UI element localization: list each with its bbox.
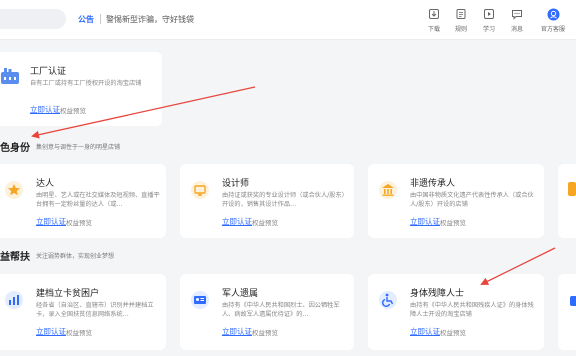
partial-blue-icon: [570, 296, 576, 306]
wheelchair-icon: [378, 290, 398, 310]
factory-cert-desc: 自有工厂或持有工厂授权开设的淘宝店铺: [30, 80, 142, 87]
military-family-title: 军人遗属: [222, 289, 259, 299]
learn-icon: [482, 7, 496, 21]
nav-rules[interactable]: 规则: [450, 7, 472, 33]
heritage-desc: 由中国非物质文化遗产代表性传承人（或合伙人/股东）开设的店铺: [410, 192, 534, 208]
factory-cert-title: 工厂认证: [30, 67, 67, 77]
support-section-subtitle: 关注弱势群体，实现创业梦想: [36, 253, 115, 260]
military-family-rights-link[interactable]: 权益预览: [252, 327, 278, 337]
influencer-apply-link[interactable]: 立即认证: [36, 216, 66, 227]
military-family-card[interactable]: 军人遗属 由持有《中华人民共和国烈士、因公牺牲军人、病故军人遗属优待证》的… 立…: [180, 274, 354, 350]
nav-message[interactable]: 消息: [506, 7, 528, 33]
factory-cert-card[interactable]: 工厂认证 自有工厂或持有工厂授权开设的淘宝店铺 立即认证 权益预览: [0, 52, 162, 126]
customer-service-icon: [546, 7, 560, 21]
influencer-title: 达人: [36, 179, 55, 189]
factory-cert-rights-link[interactable]: 权益预览: [60, 105, 86, 115]
notice-text[interactable]: 警惕新型诈骗，守好钱袋: [106, 14, 194, 25]
designer-card[interactable]: 设计师 由持证或获奖的专业设计师（或合伙人/股东）开设的，销售其设计作品… 立即…: [180, 164, 354, 238]
factory-icon: [0, 66, 20, 86]
poverty-household-card[interactable]: 建档立卡贫困户 经各省（自治区、直辖市）识别并并建档立卡，录入全国扶贫信息网络系…: [0, 274, 166, 350]
partial-card-right-2[interactable]: [558, 274, 576, 350]
nav-message-label: 消息: [510, 26, 523, 33]
designer-rights-link[interactable]: 权益预览: [252, 217, 278, 227]
factory-cert-apply-link[interactable]: 立即认证: [30, 104, 60, 115]
poverty-household-title: 建档立卡贫困户: [36, 289, 100, 299]
influencer-desc: 由明星、艺人或在社交媒体及短视频、直播平台拥有一定粉丝量的达人（或…: [36, 192, 160, 208]
search-box[interactable]: [0, 9, 66, 29]
nav-learn[interactable]: 学习: [478, 7, 500, 33]
rules-icon: [454, 7, 468, 21]
nav-download-label: 下载: [427, 26, 440, 33]
identity-section-subtitle: 集创意与调性于一身的明星店铺: [36, 144, 121, 151]
heritage-rights-link[interactable]: 权益预览: [440, 217, 466, 227]
partial-card-right[interactable]: [558, 164, 576, 238]
notice-tag: 公告: [78, 15, 94, 24]
designer-title: 设计师: [222, 179, 250, 189]
disabled-person-apply-link[interactable]: 立即认证: [410, 326, 440, 337]
support-section-title: 益帮扶: [0, 252, 30, 263]
nav-download[interactable]: 下载: [423, 7, 445, 33]
heritage-title: 非遗传承人: [410, 179, 456, 189]
poverty-household-icon: [4, 290, 24, 310]
disabled-person-card[interactable]: 身体残障人士 由持有《中华人民共和国残疾人证》的身体残障人士开设的淘宝店铺 立即…: [368, 274, 544, 350]
nav-rules-label: 规则: [454, 26, 467, 33]
heritage-building-icon: [378, 180, 398, 200]
military-family-desc: 由持有《中华人民共和国烈士、因公牺牲军人、病故军人遗属优待证》的…: [222, 302, 340, 318]
military-family-apply-link[interactable]: 立即认证: [222, 326, 252, 337]
partial-yellow-icon: [568, 182, 576, 196]
nav-customer-service[interactable]: 官方客服: [533, 7, 573, 33]
poverty-household-rights-link[interactable]: 权益预览: [66, 327, 92, 337]
designer-apply-link[interactable]: 立即认证: [222, 216, 252, 227]
poverty-household-apply-link[interactable]: 立即认证: [36, 326, 66, 337]
notice-divider: [100, 14, 101, 24]
nav-customer-service-label: 官方客服: [540, 26, 565, 33]
identity-section-title: 色身份: [0, 143, 30, 154]
poverty-household-desc: 经各省（自治区、直辖市）识别并并建档立卡，录入全国扶贫信息网络系统…: [36, 302, 154, 318]
designer-palette-icon: [190, 180, 210, 200]
nav-learn-label: 学习: [482, 26, 495, 33]
influencer-card[interactable]: 达人 由明星、艺人或在社交媒体及短视频、直播平台拥有一定粉丝量的达人（或… 立即…: [0, 164, 166, 238]
disabled-person-title: 身体残障人士: [410, 289, 465, 299]
download-icon: [427, 7, 441, 21]
heritage-card[interactable]: 非遗传承人 由中国非物质文化遗产代表性传承人（或合伙人/股东）开设的店铺 立即认…: [368, 164, 544, 238]
heritage-apply-link[interactable]: 立即认证: [410, 216, 440, 227]
designer-desc: 由持证或获奖的专业设计师（或合伙人/股东）开设的，销售其设计作品…: [222, 192, 348, 208]
influencer-star-icon: [4, 180, 24, 200]
disabled-person-rights-link[interactable]: 权益预览: [440, 327, 466, 337]
message-icon: [510, 7, 524, 21]
disabled-person-desc: 由持有《中华人民共和国残疾人证》的身体残障人士开设的淘宝店铺: [410, 302, 534, 318]
top-bar: 公告 警惕新型诈骗，守好钱袋 下载 规则 学习 消息 官方客服: [0, 0, 576, 40]
influencer-rights-link[interactable]: 权益预览: [66, 217, 92, 227]
military-id-card-icon: [190, 290, 210, 310]
